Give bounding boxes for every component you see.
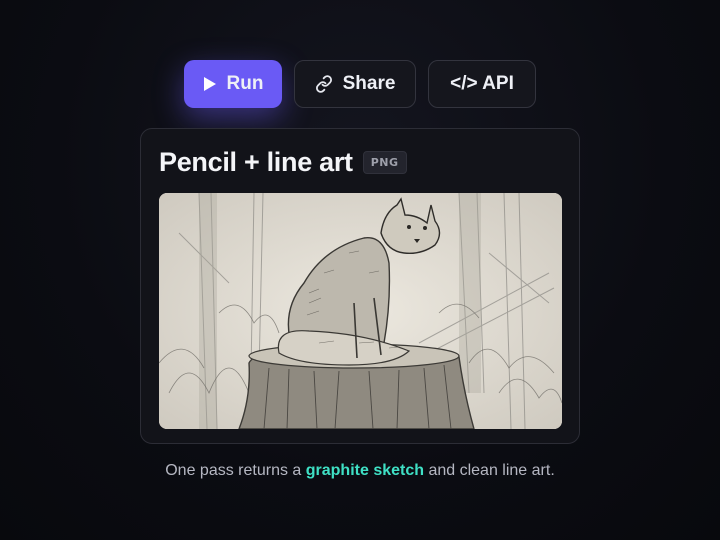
caption-suffix: and clean line art. [424,462,555,479]
card-header: Pencil + line art PNG [159,147,407,178]
run-button-label: Run [226,73,264,94]
caption-highlight: graphite sketch [305,462,425,479]
caption-prefix: One pass returns a [165,462,306,479]
result-card: Pencil + line art PNG [140,128,580,444]
share-button[interactable]: Share [294,60,416,108]
share-button-label: Share [342,73,396,94]
toolbar: Run Share </> API [184,60,536,108]
sketch-preview-image [159,193,562,429]
run-button[interactable]: Run [184,60,282,108]
play-icon [203,76,217,92]
api-button[interactable]: </> API [428,60,536,108]
format-badge: PNG [362,151,407,174]
api-button-label: </> API [450,73,514,94]
link-icon [315,75,333,93]
caption-text: One pass returns a graphite sketch and c… [0,462,720,480]
card-title: Pencil + line art [159,147,353,177]
